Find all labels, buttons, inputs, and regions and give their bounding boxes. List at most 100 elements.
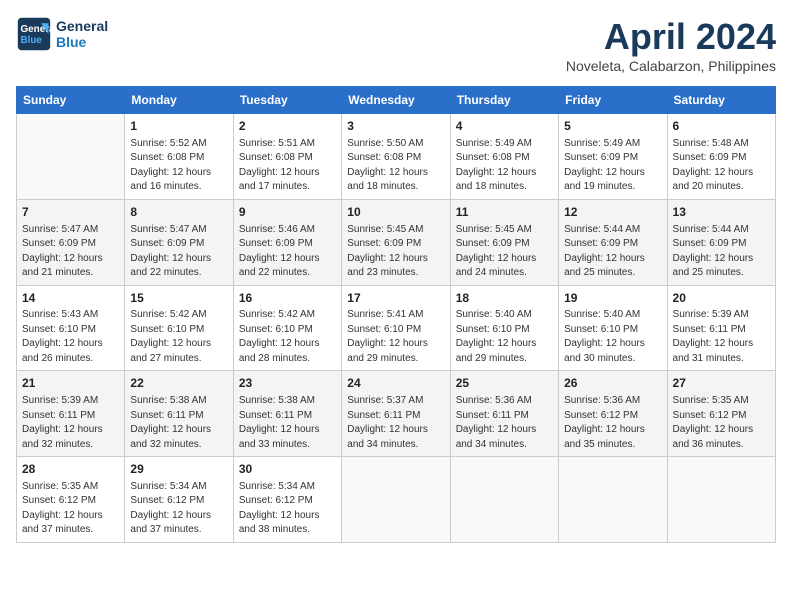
day-number: 24	[347, 375, 444, 392]
calendar-cell: 17Sunrise: 5:41 AM Sunset: 6:10 PM Dayli…	[342, 285, 450, 371]
day-number: 9	[239, 204, 336, 221]
calendar-cell: 13 Sunrise: 5:44 AM Sunset: 6:09 PM Dayli…	[667, 199, 775, 285]
day-info: Sunrise: 5:36 AM Sunset: 6:11 PM Dayligh…	[456, 394, 553, 452]
day-info: Sunrise: 5:40 AM Sunset: 6:10 PM Dayligh…	[564, 308, 661, 366]
calendar-cell: 3Sunrise: 5:50 AM Sunset: 6:08 PM Daylig…	[342, 114, 450, 200]
calendar-cell: 18Sunrise: 5:40 AM Sunset: 6:10 PM Dayli…	[450, 285, 558, 371]
calendar-cell: 14Sunrise: 5:43 AM Sunset: 6:10 PM Dayli…	[17, 285, 125, 371]
day-info: Sunrise: 5:42 AM Sunset: 6:10 PM Dayligh…	[130, 308, 227, 366]
calendar-cell	[667, 457, 775, 543]
day-number: 18	[456, 290, 553, 307]
day-info: Sunrise: 5:34 AM Sunset: 6:12 PM Dayligh…	[239, 480, 336, 538]
day-info: Sunrise: 5:47 AM Sunset: 6:09 PM Dayligh…	[22, 223, 119, 281]
day-info: Sunrise: 5:45 AM Sunset: 6:09 PM Dayligh…	[456, 223, 553, 281]
calendar-cell: 7 Sunrise: 5:47 AM Sunset: 6:09 PM Daylig…	[17, 199, 125, 285]
calendar-cell: 12 Sunrise: 5:44 AM Sunset: 6:09 PM Dayli…	[559, 199, 667, 285]
day-number: 13	[673, 204, 770, 221]
calendar-cell: 5 Sunrise: 5:49 AM Sunset: 6:09 PM Daylig…	[559, 114, 667, 200]
calendar-cell: 11Sunrise: 5:45 AM Sunset: 6:09 PM Dayli…	[450, 199, 558, 285]
day-info: Sunrise: 5:46 AM Sunset: 6:09 PM Dayligh…	[239, 223, 336, 281]
calendar-cell: 16Sunrise: 5:42 AM Sunset: 6:10 PM Dayli…	[233, 285, 341, 371]
day-info: Sunrise: 5:49 AM Sunset: 6:08 PM Dayligh…	[456, 137, 553, 195]
logo: General Blue General Blue	[16, 16, 108, 52]
svg-text:Blue: Blue	[21, 35, 43, 46]
day-info: Sunrise: 5:44 AM Sunset: 6:09 PM Dayligh…	[564, 223, 661, 281]
calendar-cell: 4 Sunrise: 5:49 AM Sunset: 6:08 PM Daylig…	[450, 114, 558, 200]
day-number: 26	[564, 375, 661, 392]
page-header: General Blue General Blue April 2024 Nov…	[16, 16, 776, 74]
day-number: 19	[564, 290, 661, 307]
day-number: 29	[130, 461, 227, 478]
day-info: Sunrise: 5:34 AM Sunset: 6:12 PM Dayligh…	[130, 480, 227, 538]
day-info: Sunrise: 5:47 AM Sunset: 6:09 PM Dayligh…	[130, 223, 227, 281]
calendar-cell: 19Sunrise: 5:40 AM Sunset: 6:10 PM Dayli…	[559, 285, 667, 371]
weekday-header-tuesday: Tuesday	[233, 87, 341, 114]
calendar-cell: 22Sunrise: 5:38 AM Sunset: 6:11 PM Dayli…	[125, 371, 233, 457]
calendar-cell: 1 Sunrise: 5:52 AM Sunset: 6:08 PM Daylig…	[125, 114, 233, 200]
day-number: 20	[673, 290, 770, 307]
weekday-header-sunday: Sunday	[17, 87, 125, 114]
day-number: 10	[347, 204, 444, 221]
day-info: Sunrise: 5:39 AM Sunset: 6:11 PM Dayligh…	[22, 394, 119, 452]
weekday-header-friday: Friday	[559, 87, 667, 114]
calendar-cell: 25 Sunrise: 5:36 AM Sunset: 6:11 PM Dayli…	[450, 371, 558, 457]
day-number: 30	[239, 461, 336, 478]
calendar-cell	[450, 457, 558, 543]
weekday-header-thursday: Thursday	[450, 87, 558, 114]
weekday-header-saturday: Saturday	[667, 87, 775, 114]
day-number: 12	[564, 204, 661, 221]
day-number: 8	[130, 204, 227, 221]
day-info: Sunrise: 5:35 AM Sunset: 6:12 PM Dayligh…	[673, 394, 770, 452]
day-number: 1	[130, 118, 227, 135]
calendar-cell: 20Sunrise: 5:39 AM Sunset: 6:11 PM Dayli…	[667, 285, 775, 371]
calendar-cell: 23 Sunrise: 5:38 AM Sunset: 6:11 PM Dayli…	[233, 371, 341, 457]
logo-text-general: General	[56, 18, 108, 34]
day-number: 5	[564, 118, 661, 135]
day-info: Sunrise: 5:48 AM Sunset: 6:09 PM Dayligh…	[673, 137, 770, 195]
day-number: 15	[130, 290, 227, 307]
day-info: Sunrise: 5:50 AM Sunset: 6:08 PM Dayligh…	[347, 137, 444, 195]
calendar-cell: 9 Sunrise: 5:46 AM Sunset: 6:09 PM Daylig…	[233, 199, 341, 285]
day-number: 7	[22, 204, 119, 221]
day-number: 27	[673, 375, 770, 392]
calendar-cell: 27 Sunrise: 5:35 AM Sunset: 6:12 PM Dayli…	[667, 371, 775, 457]
day-info: Sunrise: 5:40 AM Sunset: 6:10 PM Dayligh…	[456, 308, 553, 366]
day-info: Sunrise: 5:42 AM Sunset: 6:10 PM Dayligh…	[239, 308, 336, 366]
day-number: 25	[456, 375, 553, 392]
calendar-subtitle: Noveleta, Calabarzon, Philippines	[566, 58, 776, 74]
day-info: Sunrise: 5:44 AM Sunset: 6:09 PM Dayligh…	[673, 223, 770, 281]
day-number: 14	[22, 290, 119, 307]
calendar-cell: 8 Sunrise: 5:47 AM Sunset: 6:09 PM Daylig…	[125, 199, 233, 285]
calendar-cell: 29 Sunrise: 5:34 AM Sunset: 6:12 PM Dayli…	[125, 457, 233, 543]
day-info: Sunrise: 5:45 AM Sunset: 6:09 PM Dayligh…	[347, 223, 444, 281]
day-info: Sunrise: 5:38 AM Sunset: 6:11 PM Dayligh…	[130, 394, 227, 452]
calendar-cell: 10 Sunrise: 5:45 AM Sunset: 6:09 PM Dayli…	[342, 199, 450, 285]
day-number: 2	[239, 118, 336, 135]
day-info: Sunrise: 5:41 AM Sunset: 6:10 PM Dayligh…	[347, 308, 444, 366]
day-info: Sunrise: 5:38 AM Sunset: 6:11 PM Dayligh…	[239, 394, 336, 452]
calendar-cell: 30 Sunrise: 5:34 AM Sunset: 6:12 PM Dayli…	[233, 457, 341, 543]
logo-text-blue: Blue	[56, 34, 108, 50]
calendar-cell: 2Sunrise: 5:51 AM Sunset: 6:08 PM Daylig…	[233, 114, 341, 200]
day-number: 21	[22, 375, 119, 392]
day-info: Sunrise: 5:49 AM Sunset: 6:09 PM Dayligh…	[564, 137, 661, 195]
calendar-cell	[342, 457, 450, 543]
calendar-cell: 26 Sunrise: 5:36 AM Sunset: 6:12 PM Dayli…	[559, 371, 667, 457]
calendar-title: April 2024	[566, 16, 776, 58]
day-number: 17	[347, 290, 444, 307]
day-info: Sunrise: 5:43 AM Sunset: 6:10 PM Dayligh…	[22, 308, 119, 366]
calendar-table: SundayMondayTuesdayWednesdayThursdayFrid…	[16, 86, 776, 543]
day-info: Sunrise: 5:36 AM Sunset: 6:12 PM Dayligh…	[564, 394, 661, 452]
day-info: Sunrise: 5:39 AM Sunset: 6:11 PM Dayligh…	[673, 308, 770, 366]
day-number: 23	[239, 375, 336, 392]
day-number: 6	[673, 118, 770, 135]
calendar-cell: 15Sunrise: 5:42 AM Sunset: 6:10 PM Dayli…	[125, 285, 233, 371]
day-info: Sunrise: 5:37 AM Sunset: 6:11 PM Dayligh…	[347, 394, 444, 452]
title-block: April 2024 Noveleta, Calabarzon, Philipp…	[566, 16, 776, 74]
day-info: Sunrise: 5:35 AM Sunset: 6:12 PM Dayligh…	[22, 480, 119, 538]
calendar-cell: 6 Sunrise: 5:48 AM Sunset: 6:09 PM Daylig…	[667, 114, 775, 200]
day-number: 4	[456, 118, 553, 135]
day-number: 28	[22, 461, 119, 478]
day-info: Sunrise: 5:52 AM Sunset: 6:08 PM Dayligh…	[130, 137, 227, 195]
day-number: 16	[239, 290, 336, 307]
